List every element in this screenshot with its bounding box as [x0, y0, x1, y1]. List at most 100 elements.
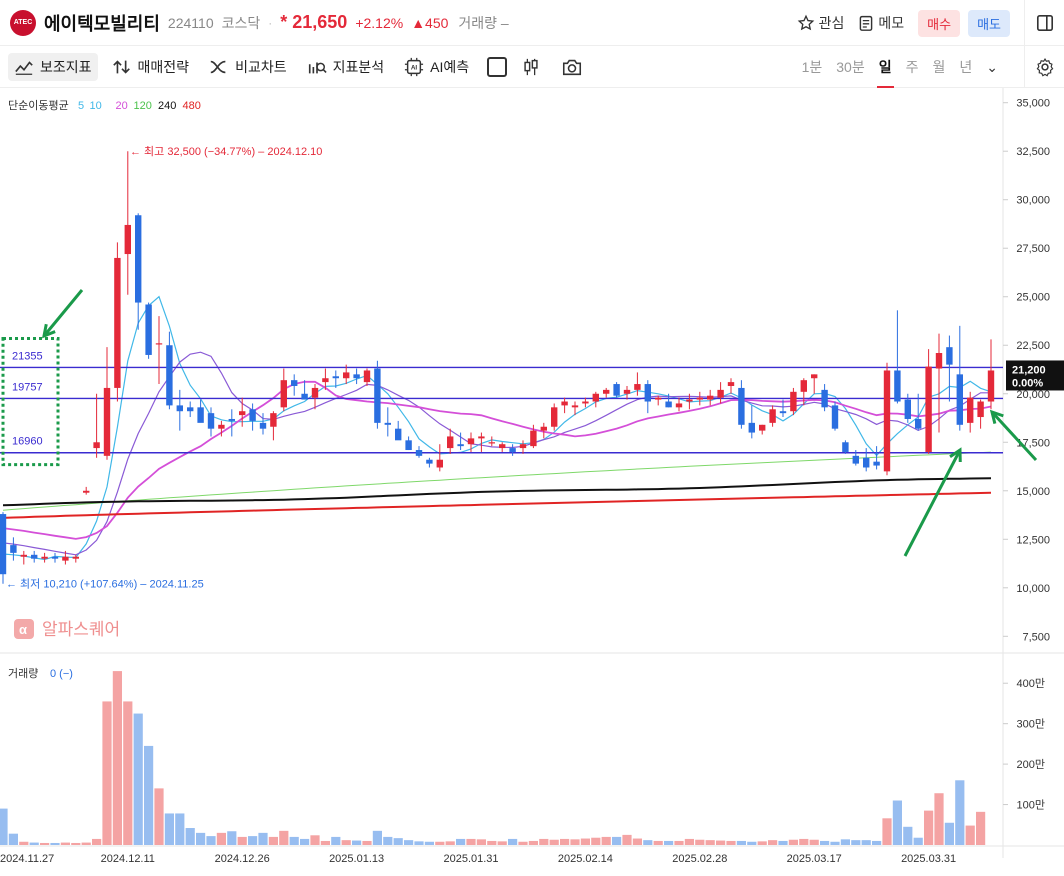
watch-button[interactable]: 관심 [797, 13, 845, 33]
volume-bar [736, 840, 746, 845]
level-value-label: 16960 [12, 436, 43, 448]
candle-body [592, 393, 599, 402]
volume-bar [799, 838, 809, 845]
period-tab-0[interactable]: 1분 [800, 46, 825, 88]
volume-bar [674, 840, 684, 845]
drawing-tool-button[interactable] [487, 56, 508, 77]
candle-body [280, 380, 287, 408]
volume-bar [601, 836, 611, 845]
period-more-chevron-icon[interactable]: ⌄ [984, 46, 1000, 88]
candle-body [20, 554, 27, 557]
volume-bar [81, 842, 91, 845]
volume-bar [903, 826, 913, 845]
ma10-line [2, 351, 991, 556]
current-price-value: 21,200 [1012, 364, 1046, 376]
side-panel-toggle[interactable] [1024, 0, 1064, 46]
ai-predict-button[interactable]: AI AI예측 [398, 53, 475, 81]
candle-body [727, 382, 735, 386]
screenshot-button[interactable] [555, 53, 589, 81]
volume-bar [892, 800, 902, 845]
period-tab-3[interactable]: 주 [904, 46, 921, 88]
chart-settings-button[interactable] [1024, 46, 1064, 88]
candle-body [967, 397, 974, 423]
strategy-label: 매매전략 [137, 58, 190, 75]
volume-bar [497, 841, 507, 845]
watch-label: 관심 [818, 15, 845, 31]
y-tick-label: 32,500 [1016, 146, 1050, 158]
strategy-button[interactable]: 매매전략 [106, 53, 196, 81]
candle-body [41, 556, 48, 559]
volume-bar [820, 840, 830, 845]
memo-label: 메모 [878, 15, 905, 31]
candle-body [613, 384, 620, 396]
candlestick-icon [524, 58, 538, 75]
candle-body [499, 444, 506, 449]
y-tick-label: 12,500 [1016, 534, 1050, 546]
indicators-button[interactable]: 보조지표 [8, 52, 98, 81]
period-tab-5[interactable]: 년 [957, 46, 974, 88]
compare-button[interactable]: 비교차트 [203, 53, 293, 81]
candle-body [759, 424, 766, 431]
volume-bar [726, 840, 736, 845]
buy-button[interactable]: 매수 [918, 9, 961, 37]
company-logo: ATEC [10, 9, 36, 36]
volume-bar [404, 840, 414, 845]
sell-button[interactable]: 매도 [968, 9, 1010, 37]
candle-body [62, 556, 69, 561]
period-tab-2[interactable]: 일 [876, 46, 894, 88]
candle-body [176, 405, 183, 412]
magnify-chart-icon [308, 61, 327, 73]
volume-bar [757, 841, 767, 845]
volume-bar [71, 842, 81, 845]
candle-body [509, 448, 516, 452]
date-label: 2024.12.11 [101, 853, 155, 865]
volume-bar [445, 841, 455, 845]
y-tick-label: 15,000 [1016, 486, 1050, 498]
volume-label: 거래량 [8, 667, 38, 680]
candle-body [426, 459, 433, 464]
date-label: 2024.11.27 [0, 853, 54, 865]
candle-body [665, 401, 672, 408]
candle-body [124, 224, 131, 255]
candle-body [603, 389, 610, 394]
volume-bar [591, 837, 601, 845]
ma-legend-item: 240 [158, 100, 176, 112]
ma20-line [2, 380, 992, 540]
ma240-line [2, 477, 992, 507]
candle-body [696, 397, 703, 400]
candle-style-button[interactable] [515, 53, 547, 81]
period-tab-1[interactable]: 30분 [834, 46, 866, 88]
volume-bar [466, 838, 476, 845]
volume-bar [528, 840, 538, 845]
candle-body [218, 424, 225, 429]
candle-body [415, 450, 423, 456]
candle-body [155, 343, 163, 345]
volume-bar [300, 838, 310, 845]
candle-body [384, 422, 391, 425]
candle-body [363, 370, 371, 383]
volume-bar [154, 788, 164, 845]
low-price-label: ← 최저 10,210 (+107.64%) – 2024.11.25 [6, 578, 204, 591]
volume-bar [965, 825, 975, 845]
analysis-button[interactable]: 지표분석 [301, 53, 391, 81]
memo-button[interactable]: 메모 [858, 13, 904, 33]
candlestick-chart[interactable]: 단순이동평균 5 10 20 120 240 480 7,500 10,000 12,500 15… [0, 88, 1064, 876]
candle-body [488, 442, 495, 444]
y-tick-label: 7,500 [1022, 631, 1050, 643]
candle-body [811, 374, 818, 379]
volume-bar [934, 793, 944, 845]
volume-bar [643, 840, 653, 845]
level-value-label: 19757 [12, 381, 43, 393]
volume-bar [383, 836, 393, 845]
indicators-label: 보조지표 [40, 58, 92, 75]
period-selector: 1분 30분 일 주 월 년 ⌄ [800, 46, 1000, 88]
volume-bar [539, 838, 549, 845]
volume-bar [840, 839, 850, 845]
volume-bar [570, 839, 580, 845]
candle-body [530, 430, 537, 447]
volume-bar [768, 840, 778, 845]
candle-body [457, 444, 464, 447]
period-tab-4[interactable]: 월 [930, 46, 947, 88]
candle-body [946, 347, 953, 365]
volume-bar [944, 822, 954, 845]
